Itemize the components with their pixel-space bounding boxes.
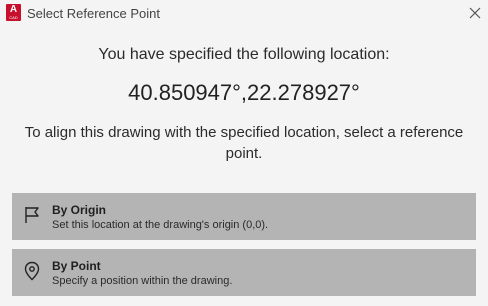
- coordinates-value: 40.850947°,22.278927°: [128, 80, 360, 105]
- by-origin-option[interactable]: By Origin Set this location at the drawi…: [12, 193, 476, 240]
- specified-location-label: You have specified the following locatio…: [98, 46, 390, 63]
- by-point-option[interactable]: By Point Specify a position within the d…: [12, 249, 476, 296]
- by-origin-description: Set this location at the drawing's origi…: [52, 219, 269, 231]
- by-point-description: Specify a position within the drawing.: [52, 275, 233, 287]
- instruction-text: To align this drawing with the specified…: [24, 124, 464, 162]
- close-icon: [469, 7, 481, 19]
- window-title: Select Reference Point: [27, 6, 160, 21]
- app-icon-letter: A: [9, 4, 18, 15]
- flag-icon: [25, 207, 39, 223]
- title-bar: A CAD Select Reference Point: [0, 0, 488, 28]
- close-button[interactable]: [466, 4, 484, 22]
- app-icon: A CAD: [6, 4, 21, 21]
- app-icon-sublabel: CAD: [9, 15, 18, 20]
- map-pin-icon: [24, 261, 40, 281]
- by-point-title: By Point: [52, 259, 101, 273]
- by-origin-title: By Origin: [52, 203, 107, 217]
